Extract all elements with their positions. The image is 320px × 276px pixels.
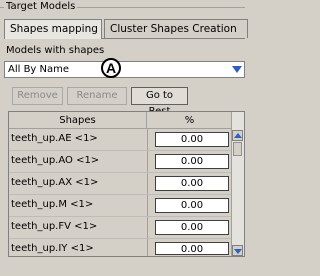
column-separator (147, 195, 148, 216)
models-label: Models with shapes (6, 45, 105, 56)
percent-field[interactable]: 0.00 (155, 132, 229, 147)
shape-name: teeth_up.AO <1> (11, 155, 100, 166)
shape-name: teeth_up.M <1> (11, 199, 94, 210)
percent-field[interactable]: 0.00 (155, 154, 229, 169)
group-title: Target Models (4, 1, 78, 12)
percent-field[interactable]: 0.00 (155, 220, 229, 235)
models-dropdown[interactable]: All By Name (4, 61, 245, 78)
shape-name: teeth_up.IY <1> (11, 243, 94, 254)
go-to-rest-button[interactable]: Go to Rest (131, 87, 188, 117)
column-header-percent[interactable]: % (147, 112, 233, 129)
shape-name: teeth_up.AX <1> (11, 177, 99, 188)
table-row[interactable]: teeth_up.AO <1> 0.00 (9, 151, 233, 173)
column-separator (147, 151, 148, 172)
percent-field[interactable]: 0.00 (155, 176, 229, 191)
column-separator (147, 217, 148, 238)
remove-button[interactable]: Remove (12, 87, 63, 105)
shape-name: teeth_up.AE <1> (11, 133, 98, 144)
percent-field[interactable]: 0.00 (155, 242, 229, 255)
table-row[interactable]: teeth_up.AE <1> 0.00 (9, 129, 233, 151)
percent-field[interactable]: 0.00 (155, 198, 229, 213)
chevron-down-icon[interactable] (232, 66, 242, 73)
tab-cluster-shapes-creation[interactable]: Cluster Shapes Creation (104, 19, 248, 38)
column-separator (147, 129, 148, 150)
scroll-thumb[interactable] (233, 142, 242, 156)
table-scrollbar[interactable] (231, 112, 244, 256)
table-row[interactable]: teeth_up.AX <1> 0.00 (9, 173, 233, 195)
annotation-marker: A (101, 58, 121, 78)
rename-button[interactable]: Rename (67, 87, 127, 105)
models-dropdown-value: All By Name (8, 64, 70, 75)
scroll-up-arrow-icon[interactable] (232, 130, 243, 141)
column-separator (147, 173, 148, 194)
scroll-down-arrow-icon[interactable] (232, 245, 243, 256)
shape-name: teeth_up.FV <1> (11, 221, 98, 232)
shapes-table: Shapes % teeth_up.AE <1> 0.00 teeth_up.A… (8, 111, 245, 257)
table-row[interactable]: teeth_up.IY <1> 0.00 (9, 239, 233, 256)
table-row[interactable]: teeth_up.FV <1> 0.00 (9, 217, 233, 239)
column-separator (147, 239, 148, 256)
tab-shapes-mapping[interactable]: Shapes mapping (4, 19, 102, 39)
column-header-shapes[interactable]: Shapes (9, 112, 147, 129)
table-row[interactable]: teeth_up.M <1> 0.00 (9, 195, 233, 217)
